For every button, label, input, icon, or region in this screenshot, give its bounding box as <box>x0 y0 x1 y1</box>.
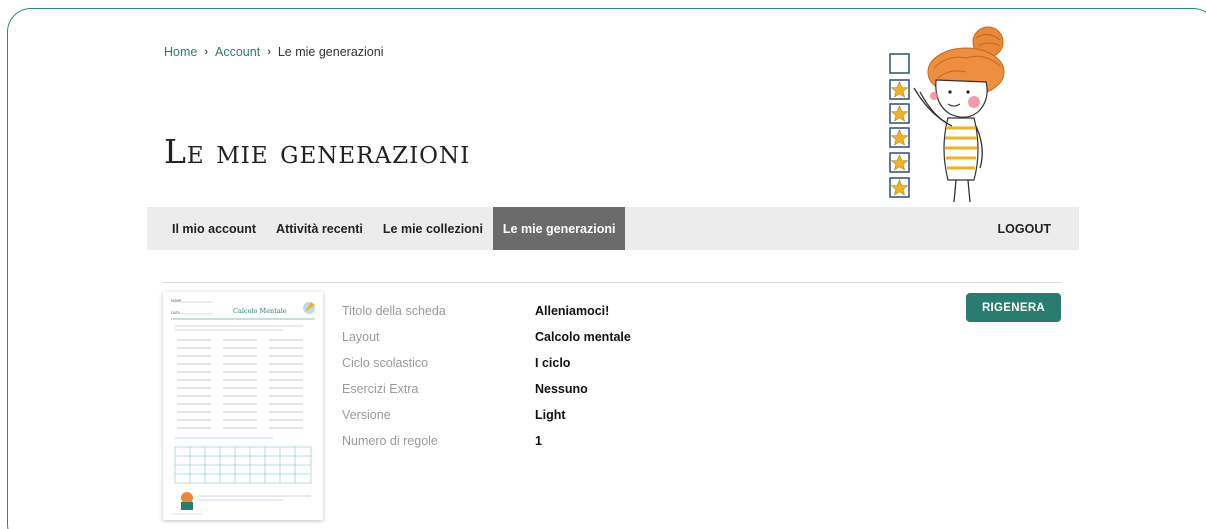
nav-item-my-collections[interactable]: Le mie collezioni <box>373 207 493 250</box>
detail-label: Esercizi Extra <box>342 382 419 396</box>
detail-label: Titolo della scheda <box>342 304 446 318</box>
star-icon <box>889 79 910 100</box>
thumbnail-title: Calcolo Mentale <box>233 307 287 315</box>
detail-value: I ciclo <box>535 356 571 370</box>
breadcrumb: Home › Account › Le mie generazioni <box>164 45 383 59</box>
detail-label: Ciclo scolastico <box>342 356 429 370</box>
detail-label: Layout <box>342 330 380 344</box>
breadcrumb-home-link[interactable]: Home <box>164 45 197 59</box>
generation-details: Titolo della scheda Alleniamoci! Layout … <box>342 298 631 454</box>
worksheet-thumbnail[interactable]: NOME DATA Calcolo Mentale <box>163 292 323 520</box>
detail-row-title: Titolo della scheda Alleniamoci! <box>342 298 631 324</box>
thumbnail-date-label: DATA <box>171 311 180 315</box>
nav-item-my-generations[interactable]: Le mie generazioni <box>492 207 626 250</box>
account-navbar: Il mio account Attività recenti Le mie c… <box>147 207 1079 250</box>
detail-value: 1 <box>535 434 542 448</box>
logout-link[interactable]: LOGOUT <box>988 207 1079 250</box>
section-divider <box>163 282 1061 283</box>
detail-row-layout: Layout Calcolo mentale <box>342 324 631 350</box>
detail-value: Calcolo mentale <box>535 330 631 344</box>
detail-row-rules-count: Numero di regole 1 <box>342 428 631 454</box>
girl-star-checklist-illustration <box>889 26 1005 203</box>
detail-label: Numero di regole <box>342 434 438 448</box>
detail-row-extra-exercises: Esercizi Extra Nessuno <box>342 376 631 402</box>
breadcrumb-account-link[interactable]: Account <box>215 45 260 59</box>
detail-value: Light <box>535 408 566 422</box>
page-title: Le mie generazioni <box>164 132 471 171</box>
detail-label: Versione <box>342 408 391 422</box>
detail-value: Nessuno <box>535 382 588 396</box>
detail-value: Alleniamoci! <box>535 304 610 318</box>
nav-item-recent-activity[interactable]: Attività recenti <box>266 207 373 250</box>
detail-row-version: Versione Light <box>342 402 631 428</box>
nav-item-my-account[interactable]: Il mio account <box>147 207 266 250</box>
thumbnail-name-label: NOME <box>171 299 182 303</box>
breadcrumb-separator: › <box>204 46 209 58</box>
breadcrumb-current: Le mie generazioni <box>277 45 384 59</box>
detail-row-school-cycle: Ciclo scolastico I ciclo <box>342 350 631 376</box>
breadcrumb-separator: › <box>267 46 271 58</box>
regenerate-button[interactable]: RIGENERA <box>966 293 1061 322</box>
